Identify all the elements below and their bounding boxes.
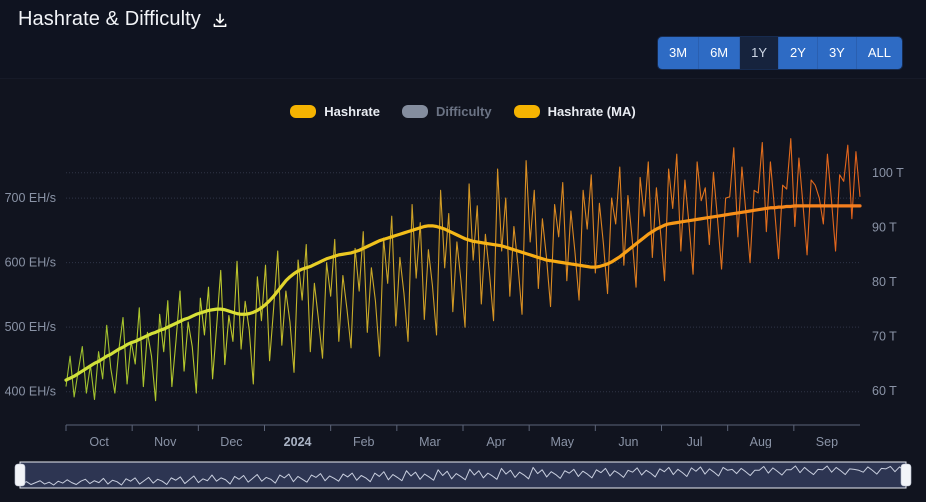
series-hashrate [65, 138, 861, 402]
svg-text:May: May [550, 435, 574, 448]
legend-item-hashrate-ma[interactable]: Hashrate (MA) [513, 104, 636, 119]
navigator-handle-left[interactable] [14, 463, 26, 487]
legend-swatch-hashrate-ma [513, 105, 540, 118]
download-icon[interactable] [211, 12, 229, 30]
y-axis-left: 700 EH/s 600 EH/s 500 EH/s 400 EH/s [5, 191, 56, 399]
svg-text:Feb: Feb [353, 435, 375, 448]
legend-item-hashrate[interactable]: Hashrate [290, 104, 380, 119]
legend-label-difficulty: Difficulty [435, 104, 492, 119]
svg-text:60 T: 60 T [872, 384, 897, 398]
range-button-all[interactable]: ALL [856, 37, 902, 69]
header-divider [0, 78, 926, 79]
svg-text:Dec: Dec [220, 435, 242, 448]
chart-svg: 700 EH/s 600 EH/s 500 EH/s 400 EH/s 100 T 90… [5, 138, 904, 448]
svg-text:70 T: 70 T [872, 330, 897, 344]
chart-legend: Hashrate Difficulty Hashrate (MA) [0, 104, 926, 119]
svg-text:Apr: Apr [486, 435, 505, 448]
chart-navigator[interactable] [14, 458, 912, 492]
legend-label-hashrate: Hashrate [324, 104, 380, 119]
y-axis-right: 100 T 90 T 80 T 70 T 60 T [872, 166, 904, 398]
range-button-3m[interactable]: 3M [658, 37, 700, 69]
svg-text:Nov: Nov [154, 435, 177, 448]
svg-text:Jul: Jul [687, 435, 703, 448]
svg-text:Sep: Sep [816, 435, 838, 448]
range-selector[interactable]: 3M 6M 1Y 2Y 3Y ALL [658, 37, 902, 69]
legend-label-hashrate-ma: Hashrate (MA) [547, 104, 636, 119]
range-button-6m[interactable]: 6M [699, 37, 741, 69]
range-button-3y[interactable]: 3Y [817, 37, 857, 69]
chart-header: Hashrate & Difficulty 3M 6M 1Y 2Y 3Y ALL [0, 0, 926, 78]
navigator-track[interactable] [19, 461, 907, 489]
svg-text:100 T: 100 T [872, 166, 904, 180]
x-axis: Oct Nov Dec 2024 Feb Mar Apr May Jun Jul Aug Sep [65, 424, 860, 448]
page-title: Hashrate & Difficulty [18, 8, 201, 30]
svg-text:Oct: Oct [89, 435, 109, 448]
title-row: Hashrate & Difficulty [18, 8, 229, 31]
chart-plot-area[interactable]: 700 EH/s 600 EH/s 500 EH/s 400 EH/s 100 T 90… [0, 128, 926, 448]
svg-text:600 EH/s: 600 EH/s [5, 256, 56, 270]
range-button-2y[interactable]: 2Y [779, 37, 818, 69]
legend-item-difficulty[interactable]: Difficulty [401, 104, 492, 119]
legend-swatch-hashrate [290, 105, 317, 118]
svg-text:80 T: 80 T [872, 275, 897, 289]
svg-text:Jun: Jun [618, 435, 638, 448]
svg-text:500 EH/s: 500 EH/s [5, 320, 56, 334]
svg-text:2024: 2024 [284, 435, 312, 448]
svg-text:400 EH/s: 400 EH/s [5, 385, 56, 399]
range-button-1y[interactable]: 1Y [740, 37, 780, 69]
navigator-handle-right[interactable] [900, 463, 912, 487]
navigator-svg [14, 461, 912, 489]
svg-text:Aug: Aug [750, 435, 772, 448]
svg-text:700 EH/s: 700 EH/s [5, 191, 56, 205]
svg-text:Mar: Mar [419, 435, 441, 448]
legend-swatch-difficulty [401, 105, 428, 118]
svg-text:90 T: 90 T [872, 220, 897, 234]
